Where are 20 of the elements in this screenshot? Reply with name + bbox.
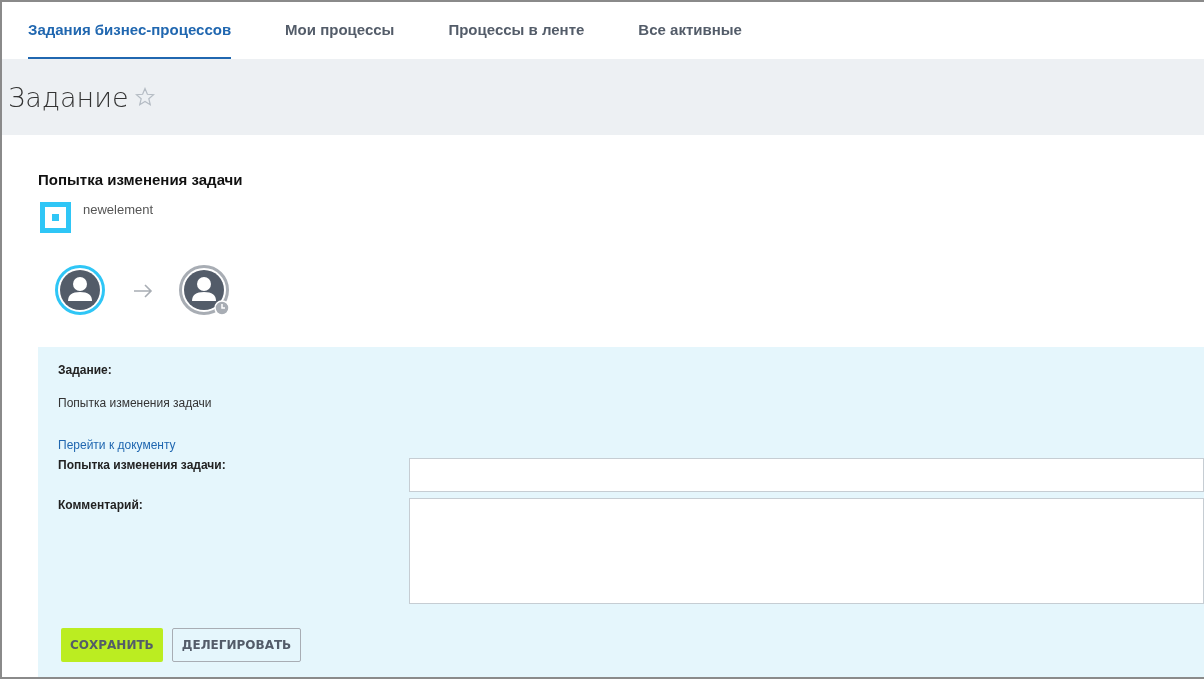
field-label: Комментарий:	[58, 498, 144, 514]
task-title: Попытка изменения задачи	[38, 171, 244, 188]
field-label: Попытка изменения задачи:	[58, 458, 227, 474]
tab[interactable]: Мои процессы	[285, 2, 395, 59]
arrow-icon	[133, 284, 153, 298]
document-icon	[40, 202, 71, 233]
user-avatar-icon	[55, 265, 107, 317]
task-description: Попытка изменения задачи	[58, 396, 213, 410]
document-name: newelement	[83, 202, 154, 219]
delegate-button[interactable]: ДЕЛЕГИРОВАТЬ	[171, 628, 302, 662]
save-button[interactable]: СОХРАНИТЬ	[61, 628, 163, 662]
page-title: Задание	[8, 81, 129, 113]
tab[interactable]: Процессы в ленте	[448, 2, 585, 59]
star-icon[interactable]	[134, 87, 155, 107]
document-link[interactable]: Перейти к документу	[58, 438, 176, 452]
input-field[interactable]	[409, 458, 1204, 492]
tab[interactable]: Все активные	[638, 2, 742, 59]
comment-field[interactable]	[409, 498, 1204, 604]
field-label: Задание:	[58, 363, 113, 377]
user-avatar-icon	[179, 265, 231, 317]
